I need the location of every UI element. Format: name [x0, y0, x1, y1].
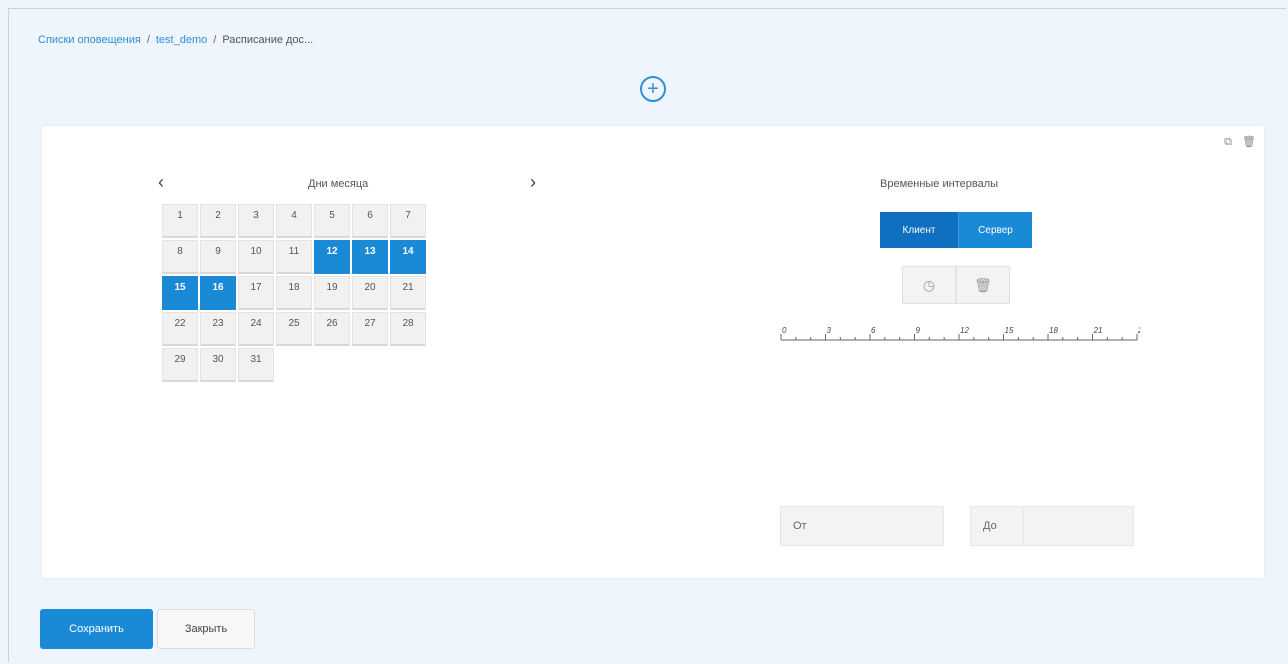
day-cell[interactable]: 4 — [276, 204, 312, 238]
ruler-label: 0 — [782, 326, 787, 335]
client-tab[interactable]: Клиент — [880, 212, 958, 248]
day-cell[interactable]: 15 — [162, 276, 198, 310]
breadcrumb-test-demo[interactable]: test_demo — [156, 34, 207, 46]
day-cell[interactable]: 20 — [352, 276, 388, 310]
clock-icon[interactable]: ◷ — [902, 266, 956, 304]
day-cell[interactable]: 19 — [314, 276, 350, 310]
day-cell[interactable]: 23 — [200, 312, 236, 346]
ruler-label: 3 — [827, 326, 832, 335]
day-cell[interactable]: 31 — [238, 348, 274, 382]
interval-actions: ◷ 🗑 — [902, 266, 1010, 304]
trash-icon[interactable]: 🗑 — [956, 266, 1010, 304]
day-cell[interactable]: 12 — [314, 240, 350, 274]
day-cell[interactable]: 2 — [200, 204, 236, 238]
day-cell[interactable]: 29 — [162, 348, 198, 382]
to-time-field[interactable]: До — [970, 506, 1134, 546]
day-cell[interactable]: 18 — [276, 276, 312, 310]
close-button[interactable]: Закрыть — [157, 609, 255, 649]
ruler-label: 12 — [960, 326, 969, 335]
breadcrumb-separator: / — [146, 34, 150, 46]
day-cell[interactable]: 17 — [238, 276, 274, 310]
plus-circle-icon: + — [647, 78, 659, 100]
day-cell[interactable]: 25 — [276, 312, 312, 346]
ruler-label: 21 — [1093, 326, 1103, 335]
calendar-title: Дни месяца — [308, 178, 369, 190]
from-time-field[interactable]: От — [780, 506, 944, 546]
prev-month-button[interactable]: ‹ — [158, 172, 164, 193]
day-cell[interactable]: 16 — [200, 276, 236, 310]
day-cell[interactable]: 1 — [162, 204, 198, 238]
day-cell[interactable]: 14 — [390, 240, 426, 274]
day-cell[interactable]: 9 — [200, 240, 236, 274]
day-cell[interactable]: 28 — [390, 312, 426, 346]
day-cell[interactable]: 24 — [238, 312, 274, 346]
ruler-label: 15 — [1005, 326, 1014, 335]
day-cell[interactable]: 27 — [352, 312, 388, 346]
ruler-label: 18 — [1049, 326, 1058, 335]
card-tools: ⧉ 🗑 — [1222, 136, 1256, 148]
day-cell[interactable]: 26 — [314, 312, 350, 346]
save-button[interactable]: Сохранить — [40, 609, 153, 649]
days-grid: 1 2 3 4 5 6 7 8 9 10 11 12 13 14 15 16 17 18 19 20 21 22 23 24 2… — [162, 204, 426, 382]
ruler-label: 9 — [916, 326, 921, 335]
breadcrumb: Списки оповещения / test_demo / Расписание д… — [38, 34, 313, 46]
breadcrumb-separator: / — [213, 34, 217, 46]
next-month-button[interactable]: › — [530, 172, 536, 193]
copy-icon[interactable]: ⧉ — [1222, 136, 1234, 148]
ruler-label: 6 — [871, 326, 876, 335]
from-label: От — [793, 520, 807, 532]
day-cell[interactable]: 22 — [162, 312, 198, 346]
day-cell[interactable]: 8 — [162, 240, 198, 274]
schedule-card: ⧉ 🗑 ‹ Дни месяца › 1 2 3 4 5 6 7 8 9 10 11 12 13 14 15… — [42, 126, 1264, 578]
day-cell[interactable]: 21 — [390, 276, 426, 310]
time-ruler[interactable]: 0 3 6 9 12 15 18 21 24 — [778, 322, 1140, 350]
day-cell[interactable]: 3 — [238, 204, 274, 238]
delete-icon[interactable]: 🗑 — [1242, 136, 1256, 148]
breadcrumb-notification-lists[interactable]: Списки оповещения — [38, 34, 141, 46]
field-divider — [1023, 507, 1024, 545]
breadcrumb-current: Расписание дос... — [222, 34, 314, 46]
day-cell[interactable]: 6 — [352, 204, 388, 238]
time-intervals-title: Временные интервалы — [880, 178, 999, 190]
day-cell[interactable]: 13 — [352, 240, 388, 274]
day-cell[interactable]: 7 — [390, 204, 426, 238]
day-cell[interactable]: 30 — [200, 348, 236, 382]
add-schedule-button[interactable]: + — [640, 76, 666, 102]
day-cell[interactable]: 5 — [314, 204, 350, 238]
day-cell[interactable]: 11 — [276, 240, 312, 274]
server-tab[interactable]: Сервер — [958, 212, 1032, 248]
day-cell[interactable]: 10 — [238, 240, 274, 274]
to-label: До — [983, 520, 997, 532]
timezone-toggle: Клиент Сервер — [880, 212, 1032, 248]
ruler-label: 24 — [1137, 326, 1140, 335]
